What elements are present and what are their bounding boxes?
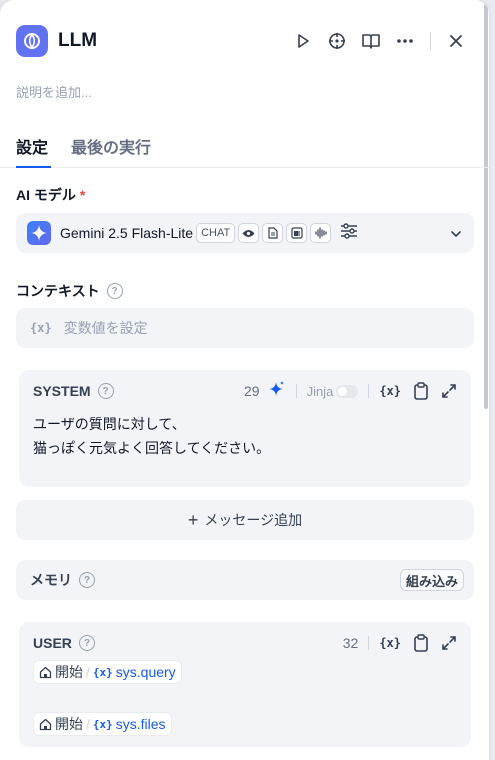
variable-name: sys.files: [115, 716, 166, 732]
copy-button[interactable]: [413, 382, 429, 400]
add-message-label: メッセージ追加: [204, 512, 303, 528]
audio-icon: [310, 223, 332, 243]
scrollbar[interactable]: [484, 4, 488, 409]
docs-button[interactable]: [354, 26, 388, 56]
insert-variable-icon[interactable]: {x}: [379, 636, 401, 650]
variable-icon: {x}: [30, 321, 52, 335]
help-icon[interactable]: ?: [79, 572, 95, 588]
chevron-down-icon: [450, 225, 462, 243]
prompt-line: 猫っぽく元気よく回答してください。: [33, 440, 271, 456]
variable-tag-sys-files[interactable]: 開始 / {x} sys.files: [34, 713, 171, 735]
copy-button[interactable]: [413, 634, 429, 652]
variable-node-name: 開始: [55, 664, 83, 680]
token-count: 32: [342, 635, 359, 651]
variable-icon: {x}: [92, 717, 113, 731]
jinja-label: Jinja: [306, 383, 334, 399]
sparkle-icon: [268, 380, 284, 396]
document-icon: [262, 223, 284, 243]
play-icon: [298, 34, 309, 48]
close-icon: [450, 35, 462, 47]
memory-label: メモリ: [30, 572, 72, 588]
memory-section: メモリ ? 組み込み: [16, 560, 474, 600]
description-input[interactable]: 説明を追加...: [16, 82, 92, 101]
divider: [368, 636, 370, 650]
prompt-line: ユーザの質問に対して、: [33, 416, 186, 432]
context-label-text: コンテキスト: [16, 283, 100, 299]
home-icon: [39, 718, 52, 730]
token-count: 29: [243, 383, 260, 399]
model-label-text: AI モデル: [16, 187, 76, 203]
user-prompt-editor[interactable]: USER ? 32 {x} 開始 / {x} sys.query 開始 / {x…: [19, 622, 471, 747]
divider: [368, 384, 370, 398]
close-button[interactable]: [439, 26, 473, 56]
mode-tag: CHAT: [196, 223, 236, 243]
book-icon: [362, 34, 380, 49]
header-divider: [430, 32, 431, 50]
home-icon: [39, 666, 52, 678]
variable-icon: {x}: [92, 665, 113, 679]
llm-app-icon: [16, 25, 48, 57]
required-mark: *: [79, 187, 86, 203]
more-horizontal-icon: [397, 39, 413, 43]
insert-variable-icon[interactable]: {x}: [379, 384, 401, 398]
user-role-label: USER: [33, 635, 72, 651]
context-placeholder: 変数値を設定: [63, 320, 148, 336]
clipboard-icon: [414, 634, 428, 652]
model-params-button[interactable]: [340, 222, 358, 244]
run-button[interactable]: [286, 26, 320, 56]
context-label: コンテキスト ?: [16, 281, 123, 301]
help-icon[interactable]: ?: [97, 383, 114, 399]
variable-name: sys.query: [115, 664, 176, 680]
locate-button[interactable]: [320, 26, 354, 56]
panel-header: LLM: [16, 24, 473, 58]
add-message-button[interactable]: + メッセージ追加: [16, 500, 474, 540]
active-tab-indicator: [16, 166, 51, 168]
tab-settings[interactable]: 設定: [16, 134, 48, 158]
more-button[interactable]: [388, 26, 422, 56]
model-name: Gemini 2.5 Flash-Lite: [60, 225, 194, 241]
ai-generate-button[interactable]: [268, 380, 286, 403]
crosshair-icon: [329, 33, 345, 49]
expand-button[interactable]: [441, 635, 457, 651]
panel-title: LLM: [58, 30, 98, 51]
tab-last-run[interactable]: 最後の実行: [71, 134, 151, 158]
context-variable-input[interactable]: {x} 変数値を設定: [16, 308, 474, 348]
variable-separator: /: [86, 716, 90, 732]
variable-node-name: 開始: [55, 716, 83, 732]
expand-icon: [442, 636, 456, 650]
variable-separator: /: [86, 664, 90, 680]
system-role-label: SYSTEM: [33, 383, 91, 399]
gemini-logo-icon: [27, 221, 51, 245]
plus-icon: +: [187, 509, 199, 530]
builtin-memory-button[interactable]: 組み込み: [399, 569, 464, 591]
system-prompt-editor[interactable]: SYSTEM ? 29 Jinja {x} ユーザの質問に対して、 猫っぽく元気…: [19, 370, 471, 487]
expand-icon: [442, 384, 456, 398]
variable-tag-sys-query[interactable]: 開始 / {x} sys.query: [34, 661, 181, 683]
sliders-icon: [341, 222, 358, 239]
model-selector[interactable]: Gemini 2.5 Flash-Lite CHAT: [16, 213, 474, 253]
help-icon[interactable]: ?: [78, 635, 95, 651]
divider: [295, 384, 297, 398]
vision-icon: [238, 223, 260, 243]
model-label: AI モデル *: [16, 185, 85, 205]
system-prompt-text[interactable]: ユーザの質問に対して、 猫っぽく元気よく回答してください。: [33, 412, 270, 460]
expand-button[interactable]: [441, 383, 457, 399]
llm-node-panel: LLM 説明を追加... 設定 最後の実行 AI モデル * Gemini 2.…: [0, 0, 489, 760]
help-icon[interactable]: ?: [106, 283, 123, 299]
clipboard-icon: [414, 382, 428, 400]
jinja-toggle[interactable]: [336, 384, 359, 398]
video-icon: [286, 223, 308, 243]
tab-bar: 設定 最後の実行: [0, 128, 489, 168]
